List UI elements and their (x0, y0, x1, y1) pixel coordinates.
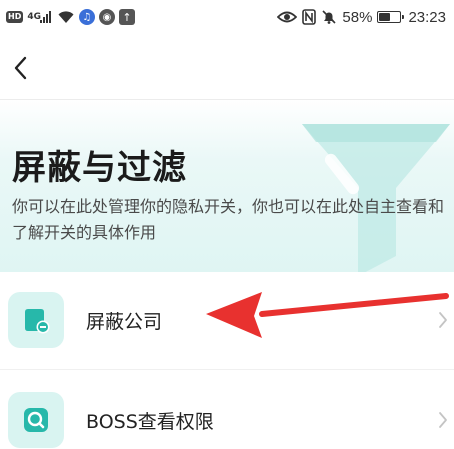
mute-icon (321, 8, 337, 26)
status-left-icons: HD 4G ♫ ◉ ↑ (6, 8, 135, 26)
battery-percent: 58% (342, 8, 373, 26)
status-bar: HD 4G ♫ ◉ ↑ 58% 23:23 (0, 0, 454, 36)
battery-icon (377, 11, 405, 23)
list-item-label: BOSS查看权限 (86, 410, 214, 433)
signal-icon: 4G (27, 8, 53, 26)
music-icon: ♫ (79, 9, 95, 25)
battery-level (379, 13, 391, 21)
list-item-label: 屏蔽公司 (86, 310, 163, 333)
page-title: 屏蔽与过滤 (12, 148, 187, 188)
eye-icon (277, 8, 298, 26)
clock: 23:23 (408, 8, 446, 26)
chevron-left-icon (14, 56, 27, 80)
nfc-icon (302, 8, 317, 26)
search-icon (8, 392, 64, 448)
list-divider (0, 369, 454, 370)
upload-icon: ↑ (119, 9, 135, 25)
header-banner: 屏蔽与过滤 你可以在此处管理你的隐私开关，你也可以在此处自主查看和了解开关的具体… (0, 100, 454, 272)
chevron-right-icon (436, 409, 450, 431)
chevron-right-icon (436, 309, 450, 331)
list-item-block-company[interactable]: 屏蔽公司 (0, 272, 454, 368)
browser-icon: ◉ (99, 9, 115, 25)
wifi-icon (57, 8, 75, 26)
status-right-icons: 58% 23:23 (277, 8, 446, 26)
page-description: 你可以在此处管理你的隐私开关，你也可以在此处自主查看和了解开关的具体作用 (12, 197, 445, 242)
hd-icon: HD (6, 11, 24, 23)
back-button[interactable] (8, 54, 34, 82)
block-company-icon (8, 292, 64, 348)
list-item-boss-view-permission[interactable]: BOSS查看权限 (0, 372, 454, 449)
